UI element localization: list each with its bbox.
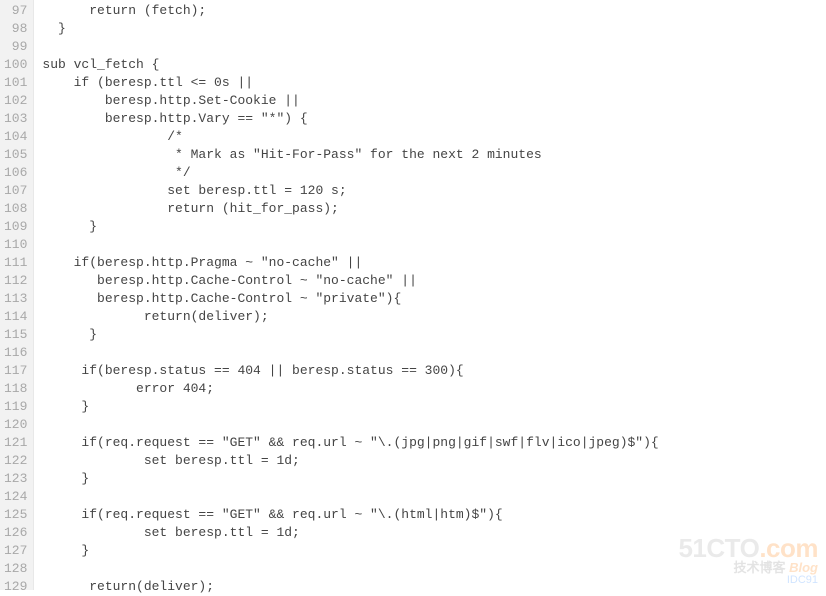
code-line: beresp.http.Cache-Control ~ "private"){ [42, 290, 826, 308]
line-number: 120 [4, 416, 27, 434]
line-number: 106 [4, 164, 27, 182]
line-number: 109 [4, 218, 27, 236]
line-number: 116 [4, 344, 27, 362]
line-number: 127 [4, 542, 27, 560]
code-line: } [42, 398, 826, 416]
code-line: return (hit_for_pass); [42, 200, 826, 218]
code-line: /* [42, 128, 826, 146]
line-number: 111 [4, 254, 27, 272]
line-number-gutter: 9798991001011021031041051061071081091101… [0, 0, 34, 590]
line-number: 121 [4, 434, 27, 452]
code-line: if(req.request == "GET" && req.url ~ "\.… [42, 506, 826, 524]
line-number: 118 [4, 380, 27, 398]
code-line: } [42, 470, 826, 488]
code-line: if(beresp.status == 404 || beresp.status… [42, 362, 826, 380]
line-number: 114 [4, 308, 27, 326]
code-line: set beresp.ttl = 1d; [42, 452, 826, 470]
line-number: 115 [4, 326, 27, 344]
code-line: if(beresp.http.Pragma ~ "no-cache" || [42, 254, 826, 272]
code-line: sub vcl_fetch { [42, 56, 826, 74]
code-line [42, 344, 826, 362]
line-number: 102 [4, 92, 27, 110]
code-line [42, 38, 826, 56]
line-number: 103 [4, 110, 27, 128]
code-line: return (fetch); [42, 2, 826, 20]
line-number: 122 [4, 452, 27, 470]
line-number: 98 [4, 20, 27, 38]
code-line: beresp.http.Vary == "*") { [42, 110, 826, 128]
line-number: 110 [4, 236, 27, 254]
code-line: } [42, 326, 826, 344]
line-number: 105 [4, 146, 27, 164]
line-number: 99 [4, 38, 27, 56]
line-number: 97 [4, 2, 27, 20]
line-number: 113 [4, 290, 27, 308]
line-number: 101 [4, 74, 27, 92]
code-line: set beresp.ttl = 1d; [42, 524, 826, 542]
line-number: 112 [4, 272, 27, 290]
code-line [42, 416, 826, 434]
code-line: return(deliver); [42, 308, 826, 326]
code-line: } [42, 542, 826, 560]
line-number: 100 [4, 56, 27, 74]
line-number: 108 [4, 200, 27, 218]
code-line: */ [42, 164, 826, 182]
line-number: 125 [4, 506, 27, 524]
line-number: 126 [4, 524, 27, 542]
code-line: beresp.http.Cache-Control ~ "no-cache" |… [42, 272, 826, 290]
code-line [42, 236, 826, 254]
code-line: } [42, 218, 826, 236]
line-number: 124 [4, 488, 27, 506]
code-line: if (beresp.ttl <= 0s || [42, 74, 826, 92]
line-number: 119 [4, 398, 27, 416]
code-line: } [42, 20, 826, 38]
code-line: if(req.request == "GET" && req.url ~ "\.… [42, 434, 826, 452]
line-number: 129 [4, 578, 27, 596]
code-pane: return (fetch); } sub vcl_fetch { if (ber… [34, 0, 826, 590]
line-number: 123 [4, 470, 27, 488]
code-line [42, 560, 826, 578]
line-number: 128 [4, 560, 27, 578]
line-number: 117 [4, 362, 27, 380]
code-line: beresp.http.Set-Cookie || [42, 92, 826, 110]
code-editor: 9798991001011021031041051061071081091101… [0, 0, 826, 590]
code-line: error 404; [42, 380, 826, 398]
code-line: set beresp.ttl = 120 s; [42, 182, 826, 200]
line-number: 104 [4, 128, 27, 146]
line-number: 107 [4, 182, 27, 200]
code-line [42, 488, 826, 506]
code-line: return(deliver); [42, 578, 826, 596]
code-line: * Mark as "Hit-For-Pass" for the next 2 … [42, 146, 826, 164]
